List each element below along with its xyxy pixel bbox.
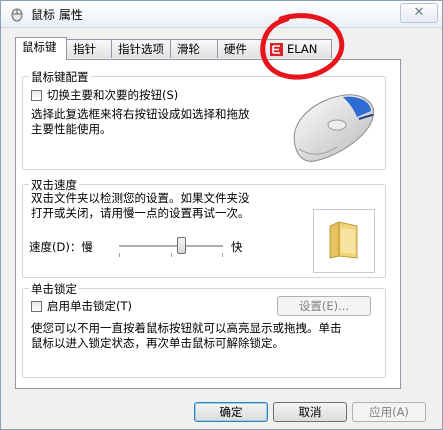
group-title: 鼠标键配置 — [29, 69, 91, 85]
slider-track — [119, 245, 223, 248]
button-label: 设置(E)... — [298, 299, 350, 313]
button-label: 应用(A) — [369, 405, 409, 419]
ok-button[interactable]: 确定 — [194, 402, 268, 422]
button-label: 确定 — [219, 405, 243, 419]
mouse-illustration-icon — [293, 94, 375, 162]
switch-buttons-label[interactable]: 切换主要和次要的按钮(S) — [47, 88, 178, 103]
slider-tick — [171, 253, 172, 257]
slider-thumb[interactable] — [176, 237, 186, 254]
tab-label: 指针选项 — [118, 42, 164, 56]
click-lock-checkbox[interactable] — [31, 301, 42, 312]
tab-label: 指针 — [73, 42, 96, 56]
double-click-description: 双击文件夹以检测您的设置。如果文件夹没 — [31, 191, 250, 205]
button-config-group: 鼠标键配置 切换主要和次要的按钮(S) 选择此复选框来将右按钮设成如选择和拖放 … — [22, 69, 386, 170]
title-bar[interactable]: 鼠标 属性 ✕ — [1, 1, 442, 28]
double-click-speed-slider[interactable] — [119, 237, 223, 259]
double-click-group: 双击速度 双击文件夹以检测您的设置。如果文件夹没 打开或关闭，请用慢一点的设置再… — [22, 177, 386, 278]
folder-icon[interactable] — [327, 220, 361, 260]
tab-pointer-options[interactable]: 指针选项 — [111, 39, 171, 58]
slider-tick — [119, 253, 120, 257]
tab-pointers[interactable]: 指针 — [66, 39, 112, 58]
button-config-description: 主要性能使用。 — [31, 122, 112, 136]
double-click-test-area[interactable] — [313, 209, 375, 273]
elan-logo-icon — [270, 43, 283, 56]
mouse-properties-dialog: 鼠标 属性 ✕ 鼠标键 指针 指针选项 滑轮 硬件 ELAN 鼠标键配置 切换主… — [0, 0, 443, 430]
double-click-description: 打开或关闭，请用慢一点的设置再试一次。 — [31, 206, 250, 220]
click-lock-label[interactable]: 启用单击锁定(T) — [47, 299, 132, 314]
click-lock-group: 单击锁定 启用单击锁定(T) 设置(E)... 使您可以不用一直按着鼠标按钮就可… — [22, 281, 386, 378]
speed-label: 速度(D)：慢 — [29, 240, 93, 254]
apply-button[interactable]: 应用(A) — [352, 402, 426, 422]
mouse-icon — [11, 8, 23, 22]
switch-buttons-checkbox[interactable] — [31, 90, 42, 101]
group-title: 单击锁定 — [29, 281, 79, 297]
click-lock-description: 使您可以不用一直按着鼠标按钮就可以高亮显示或拖拽。单击 — [31, 321, 342, 335]
tab-buttons[interactable]: 鼠标键 — [15, 37, 67, 60]
button-label: 取消 — [298, 405, 322, 419]
click-lock-settings-button[interactable]: 设置(E)... — [277, 296, 371, 316]
button-config-description: 选择此复选框来将右按钮设成如选择和拖放 — [31, 107, 250, 121]
tab-label: 硬件 — [224, 42, 247, 56]
click-lock-description: 鼠标以进入锁定状态，再次单击鼠标可解除锁定。 — [31, 336, 284, 350]
fast-label: 快 — [231, 240, 243, 254]
slider-tick — [222, 253, 223, 257]
window-title: 鼠标 属性 — [31, 8, 83, 22]
tab-hardware[interactable]: 硬件 — [217, 39, 265, 58]
tab-label: ELAN — [287, 42, 318, 56]
close-icon: ✕ — [413, 5, 425, 20]
tab-label: 滑轮 — [177, 42, 200, 56]
tab-elan[interactable]: ELAN — [264, 39, 332, 58]
tab-panel-buttons: 鼠标键配置 切换主要和次要的按钮(S) 选择此复选框来将右按钮设成如选择和拖放 … — [15, 59, 401, 389]
cancel-button[interactable]: 取消 — [273, 402, 347, 422]
tab-wheel[interactable]: 滑轮 — [170, 39, 218, 58]
close-button[interactable]: ✕ — [400, 3, 438, 23]
tab-label: 鼠标键 — [22, 40, 57, 54]
